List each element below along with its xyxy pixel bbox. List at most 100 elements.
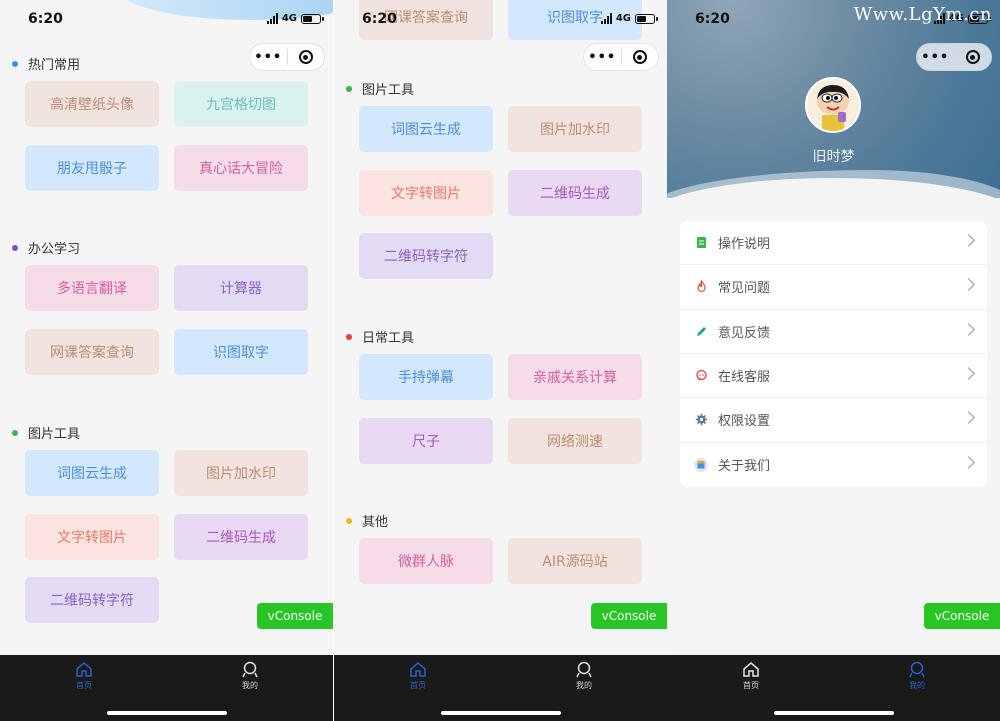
tool-tile[interactable]: 九宫格切图 xyxy=(174,81,308,127)
vconsole-button[interactable]: vConsole xyxy=(257,603,333,629)
tool-tile[interactable]: 多语言翻译 xyxy=(25,265,159,311)
chevron-right-icon xyxy=(962,234,975,247)
chat-icon xyxy=(694,369,708,383)
more-menu-button[interactable]: ••• xyxy=(584,50,621,65)
tab-home-label: 首页 xyxy=(410,681,426,690)
menu-item-label: 常见问题 xyxy=(718,281,771,297)
tool-tile[interactable]: 高清壁纸头像 xyxy=(25,81,159,127)
status-time: 6:20 xyxy=(362,11,397,27)
section-dot xyxy=(12,429,18,436)
home-icon xyxy=(743,662,759,677)
tab-home[interactable]: 首页 xyxy=(388,661,448,691)
menu-item-label: 权限设置 xyxy=(718,414,771,430)
home-indicator xyxy=(441,711,561,715)
doc-icon xyxy=(694,236,708,250)
chevron-right-icon xyxy=(962,367,975,380)
tool-tile[interactable]: 图片加水印 xyxy=(174,450,308,496)
miniprogram-capsule: ••• xyxy=(249,43,325,71)
avatar[interactable] xyxy=(805,77,861,133)
tool-tile[interactable]: 文字转图片 xyxy=(359,169,493,216)
tool-tile[interactable]: AIR源码站 xyxy=(508,538,642,584)
tab-home[interactable]: 首页 xyxy=(721,661,781,691)
menu-item-doc[interactable]: 操作说明 xyxy=(680,221,987,266)
close-miniprogram-button[interactable] xyxy=(287,50,324,64)
tool-tile[interactable]: 尺子 xyxy=(359,417,493,464)
tab-mine-label: 我的 xyxy=(909,681,925,690)
more-menu-button[interactable]: ••• xyxy=(250,50,287,65)
tool-tile[interactable]: 二维码转字符 xyxy=(25,577,159,623)
signal-icon xyxy=(600,13,612,24)
tab-mine[interactable]: 我的 xyxy=(554,661,614,691)
home-screen-scrolled: 网课答案查询 识图取字 图片工具 词图云生成 图片加水印 文字转图片 二维码生成 二维码转字符… xyxy=(334,0,667,721)
chevron-right-icon xyxy=(962,278,975,292)
shop-icon xyxy=(694,457,708,472)
tool-tile[interactable]: 二维码转字符 xyxy=(359,233,493,279)
tool-tile[interactable]: 真心话大冒险 xyxy=(174,144,308,191)
status-bar: 6:20 4G xyxy=(0,0,333,38)
tool-tile[interactable]: 微群人脉 xyxy=(359,538,493,584)
target-icon xyxy=(632,50,647,64)
tab-home[interactable]: 首页 xyxy=(54,661,114,691)
vconsole-button[interactable]: vConsole xyxy=(591,603,667,629)
battery-icon xyxy=(301,13,324,24)
menu-item-chat[interactable]: 在线客服 xyxy=(680,354,987,399)
tab-mine[interactable]: 我的 xyxy=(887,661,947,691)
chevron-right-icon xyxy=(962,455,975,469)
close-miniprogram-button[interactable] xyxy=(954,50,991,64)
status-time: 6:20 xyxy=(28,11,63,27)
tool-tile[interactable]: 词图云生成 xyxy=(25,450,159,496)
tab-mine[interactable]: 我的 xyxy=(220,661,280,691)
tool-tile[interactable]: 词图云生成 xyxy=(359,106,493,152)
home-indicator xyxy=(107,711,227,715)
tool-tile[interactable]: 手持弹幕 xyxy=(359,354,493,400)
tool-tile[interactable]: 图片加水印 xyxy=(508,106,642,152)
username: 旧时梦 xyxy=(812,149,855,165)
tool-tile[interactable]: 二维码生成 xyxy=(508,169,642,216)
tool-tile[interactable]: 网络测速 xyxy=(508,417,642,464)
section-dot xyxy=(346,85,352,92)
vconsole-button[interactable]: vConsole xyxy=(924,603,1000,629)
menu-item-pencil[interactable]: 意见反馈 xyxy=(680,310,987,354)
status-time: 6:20 xyxy=(695,11,730,27)
profile-screen: 6:20 4G Www.LgYm.cn ••• 旧时梦 操作说明 常见问题 意见反馈… xyxy=(667,0,1000,721)
tool-tile[interactable]: 识图取字 xyxy=(174,328,308,375)
user-icon xyxy=(242,661,258,678)
home-indicator xyxy=(774,711,894,715)
menu-item-flame[interactable]: 常见问题 xyxy=(680,265,987,310)
tool-tile[interactable]: 亲戚关系计算 xyxy=(508,354,642,400)
section-dot xyxy=(346,333,352,340)
tab-mine-label: 我的 xyxy=(242,681,258,690)
home-icon xyxy=(76,662,92,677)
profile-menu: 操作说明常见问题意见反馈 在线客服权限设置关于我们 xyxy=(680,221,987,487)
section-dot xyxy=(12,244,18,251)
section-label: 热门常用 xyxy=(28,58,81,73)
user-icon xyxy=(576,661,592,678)
menu-item-gear[interactable]: 权限设置 xyxy=(680,398,987,443)
network-label: 4G xyxy=(615,13,631,24)
section-label: 图片工具 xyxy=(362,83,415,98)
miniprogram-capsule: ••• xyxy=(916,43,992,71)
target-icon xyxy=(965,50,980,64)
close-miniprogram-button[interactable] xyxy=(621,50,658,64)
tool-tile[interactable]: 网课答案查询 xyxy=(25,328,159,375)
section-title: 图片工具 xyxy=(12,423,80,442)
tool-tile[interactable]: 文字转图片 xyxy=(25,513,159,560)
section-label: 其他 xyxy=(362,515,389,530)
network-label: 4G xyxy=(281,13,297,24)
section-title: 日常工具 xyxy=(346,327,414,346)
tool-tile[interactable]: 朋友甩骰子 xyxy=(25,144,159,191)
battery-icon xyxy=(635,13,658,24)
menu-item-shop[interactable]: 关于我们 xyxy=(680,443,987,487)
gear-icon xyxy=(694,413,708,427)
more-menu-button[interactable]: ••• xyxy=(917,50,954,65)
watermark: Www.LgYm.cn xyxy=(853,4,992,25)
tool-tile[interactable]: 二维码生成 xyxy=(174,513,308,560)
target-icon xyxy=(298,50,313,64)
tool-tile[interactable]: 计算器 xyxy=(174,265,308,311)
pencil-icon xyxy=(694,324,708,338)
section-label: 图片工具 xyxy=(28,427,81,442)
section-title: 其他 xyxy=(346,511,388,530)
flame-icon xyxy=(694,280,708,294)
user-icon xyxy=(909,661,925,678)
chevron-right-icon xyxy=(962,411,975,425)
